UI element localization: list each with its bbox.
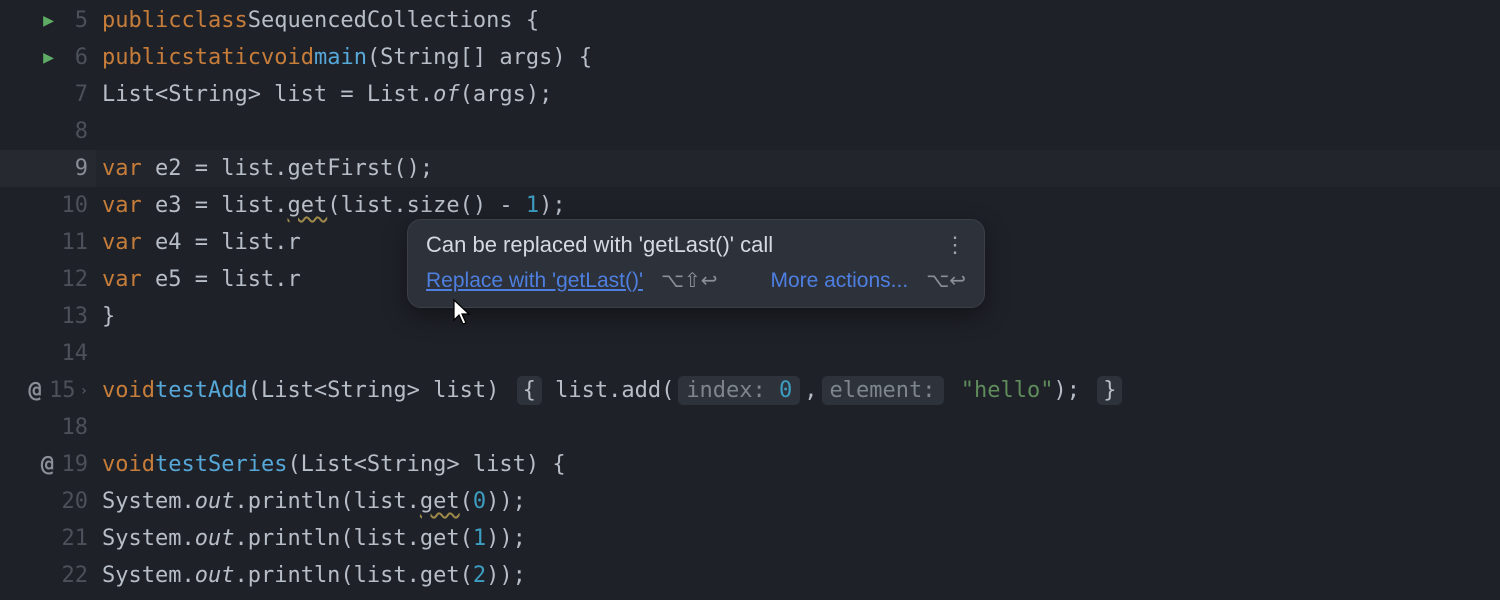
gutter-row[interactable]: 10 [0, 187, 96, 224]
line-number: 7 [60, 82, 88, 107]
gutter-row[interactable]: 22 [0, 557, 96, 594]
gutter-row[interactable]: 8 [0, 113, 96, 150]
quick-fix-link[interactable]: Replace with 'getLast()' [426, 269, 643, 293]
code-line[interactable] [96, 113, 1500, 150]
parameter-hint: element: [822, 376, 944, 405]
code-line[interactable]: void testAdd(List<String> list) { list.a… [96, 372, 1500, 409]
implement-icon[interactable]: @ [41, 452, 54, 477]
shortcut-hint: ⌥⇧↩ [661, 268, 718, 293]
gutter-row[interactable]: ▶5 [0, 2, 96, 39]
line-number: 5 [60, 8, 88, 33]
run-icon[interactable]: ▶ [43, 10, 54, 31]
more-actions-link[interactable]: More actions... [770, 269, 908, 293]
gutter-row[interactable]: 21 [0, 520, 96, 557]
inspection-popup: Can be replaced with 'getLast()' call ⋮ … [407, 219, 985, 308]
gutter-row[interactable]: @15› [0, 372, 96, 409]
code-line[interactable]: public class SequencedCollections { [96, 2, 1500, 39]
implement-icon[interactable]: @ [28, 378, 41, 403]
line-number: 22 [60, 563, 88, 588]
gutter-row[interactable]: 13 [0, 298, 96, 335]
line-number: 10 [60, 193, 88, 218]
code-line[interactable]: void testSeries(List<String> list) { [96, 446, 1500, 483]
line-number: 21 [60, 526, 88, 551]
code-line[interactable]: System.out.println(list.get(2)); [96, 557, 1500, 594]
parameter-hint: index: 0 [678, 376, 800, 405]
line-number: 9 [60, 156, 88, 181]
gutter-row[interactable]: 7 [0, 76, 96, 113]
line-number: 19 [60, 452, 88, 477]
code-line[interactable]: public static void main(String[] args) { [96, 39, 1500, 76]
code-line[interactable]: System.out.println(list.get(0)); [96, 483, 1500, 520]
shortcut-hint: ⌥↩ [926, 268, 966, 293]
gutter-row[interactable]: 14 [0, 335, 96, 372]
line-number: 11 [60, 230, 88, 255]
gutter-row[interactable]: 12 [0, 261, 96, 298]
code-line[interactable] [96, 335, 1500, 372]
line-number: 13 [60, 304, 88, 329]
line-number: 18 [60, 415, 88, 440]
code-line[interactable]: var e2 = list.getFirst(); [96, 150, 1500, 187]
line-number: 20 [60, 489, 88, 514]
gutter-row[interactable]: @19 [0, 446, 96, 483]
chevron-right-icon[interactable]: › [80, 383, 88, 399]
gutter-row[interactable]: 20 [0, 483, 96, 520]
line-number: 14 [60, 341, 88, 366]
line-number: 8 [60, 119, 88, 144]
gutter-row[interactable]: 9 [0, 150, 96, 187]
code-line[interactable]: System.out.println(list.get(1)); [96, 520, 1500, 557]
kebab-icon[interactable]: ⋮ [944, 241, 966, 249]
code-line[interactable] [96, 409, 1500, 446]
gutter-row[interactable]: 11 [0, 224, 96, 261]
code-line[interactable]: List<String> list = List.of(args); [96, 76, 1500, 113]
line-number: 12 [60, 267, 88, 292]
line-number: 6 [60, 45, 88, 70]
gutter-row[interactable]: ▶6 [0, 39, 96, 76]
inspection-title: Can be replaced with 'getLast()' call [426, 232, 773, 258]
gutter-row[interactable]: 18 [0, 409, 96, 446]
line-number: 15 [48, 378, 76, 403]
gutter: ▶5 ▶6 7 8 9 10 11 12 13 14 @15› 18 @19 2… [0, 0, 96, 600]
run-icon[interactable]: ▶ [43, 47, 54, 68]
